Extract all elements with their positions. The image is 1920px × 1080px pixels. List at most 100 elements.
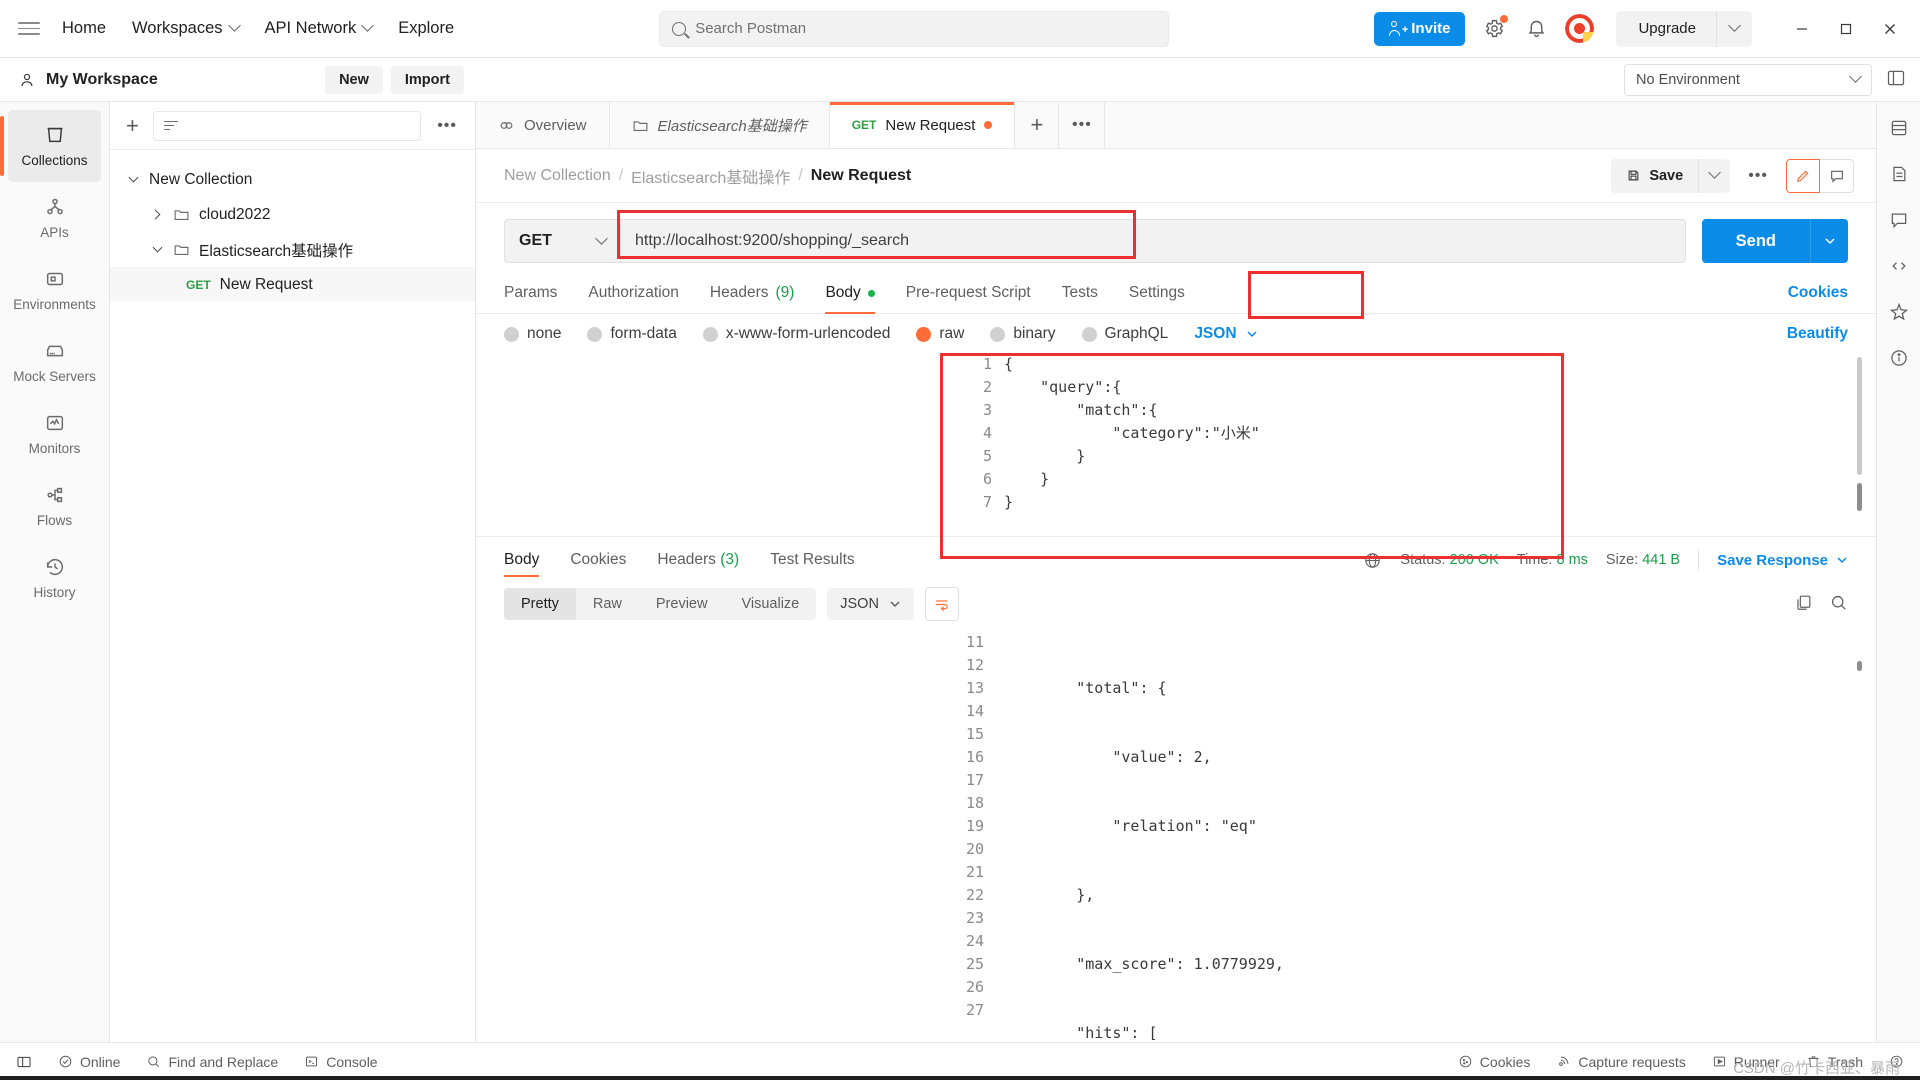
body-type-none[interactable]: none xyxy=(504,325,561,343)
body-type-binary[interactable]: binary xyxy=(990,325,1056,343)
nav-api-network[interactable]: API Network xyxy=(265,19,375,38)
tabs-more-button[interactable]: ••• xyxy=(1059,102,1106,148)
user-avatar[interactable] xyxy=(1565,14,1595,43)
upgrade-dropdown-button[interactable] xyxy=(1716,10,1752,47)
sidebar-more-icon[interactable]: ••• xyxy=(431,117,463,135)
save-button[interactable]: Save xyxy=(1611,159,1698,193)
view-mode-pretty[interactable]: Pretty xyxy=(504,588,576,620)
cookies-status-button[interactable]: Cookies xyxy=(1458,1054,1530,1070)
body-scrollbar[interactable] xyxy=(1857,357,1862,475)
response-tab-headers[interactable]: Headers (3) xyxy=(657,539,739,581)
tab-tests[interactable]: Tests xyxy=(1062,275,1098,313)
body-code-area[interactable]: 1234567 { "query":{ "match":{ "category"… xyxy=(476,353,1876,514)
tree-item-new-collection[interactable]: New Collection xyxy=(110,162,475,197)
tab-overview[interactable]: Overview xyxy=(476,102,610,148)
body-type-urlencoded[interactable]: x-www-form-urlencoded xyxy=(702,325,890,343)
beautify-button[interactable]: Beautify xyxy=(1787,325,1848,343)
hamburger-icon[interactable] xyxy=(18,18,40,40)
upgrade-button[interactable]: Upgrade xyxy=(1616,20,1716,37)
close-button[interactable] xyxy=(1868,9,1912,49)
response-tab-body[interactable]: Body xyxy=(504,539,540,581)
help-button[interactable] xyxy=(1889,1054,1904,1069)
right-rail-comments-icon[interactable] xyxy=(1889,210,1909,230)
import-button[interactable]: Import xyxy=(390,65,464,94)
sidebar-item-environments[interactable]: Environments xyxy=(8,254,101,326)
right-rail-collection-icon[interactable] xyxy=(1889,118,1909,138)
right-rail-info-icon[interactable] xyxy=(1889,348,1909,368)
send-dropdown-button[interactable] xyxy=(1810,219,1848,263)
new-button[interactable]: New xyxy=(325,65,383,94)
find-and-replace-button[interactable]: Find and Replace xyxy=(146,1054,278,1070)
body-type-form-data[interactable]: form-data xyxy=(587,325,677,343)
sidebar-item-history[interactable]: History xyxy=(8,542,101,614)
tree-item-cloud2022[interactable]: cloud2022 xyxy=(110,197,475,232)
nav-explore[interactable]: Explore xyxy=(398,19,454,38)
right-rail-documentation-icon[interactable] xyxy=(1889,164,1909,184)
console-button[interactable]: Console xyxy=(304,1054,378,1070)
maximize-button[interactable] xyxy=(1824,9,1868,49)
right-rail-code-icon[interactable] xyxy=(1889,256,1909,276)
chevron-right-icon[interactable] xyxy=(150,209,164,220)
response-scrollbar[interactable] xyxy=(1857,661,1862,671)
cookies-link[interactable]: Cookies xyxy=(1788,275,1848,313)
save-dropdown-button[interactable] xyxy=(1698,158,1730,193)
edit-mode-button[interactable] xyxy=(1786,158,1820,193)
sidebar-item-apis[interactable]: APIs xyxy=(8,182,101,254)
breadcrumb-part-0[interactable]: New Collection xyxy=(504,167,611,185)
url-input[interactable]: http://localhost:9200/shopping/_search xyxy=(620,219,1686,263)
response-tab-cookies[interactable]: Cookies xyxy=(570,539,626,581)
copy-response-button[interactable] xyxy=(1794,593,1813,615)
view-mode-preview[interactable]: Preview xyxy=(639,588,725,620)
response-format-selector[interactable]: JSON xyxy=(827,588,914,620)
send-button[interactable]: Send xyxy=(1701,219,1810,263)
response-body[interactable]: 11 12 13 14 15 16 17 18 19 20 21 22 23 24 25 26 27 "tota… xyxy=(476,631,1876,1042)
body-scrollbar-thumb[interactable] xyxy=(1857,483,1862,511)
tab-new-request[interactable]: GET New Request xyxy=(829,102,1016,148)
view-mode-visualize[interactable]: Visualize xyxy=(724,588,816,620)
settings-gear-icon[interactable] xyxy=(1481,14,1509,42)
comment-mode-button[interactable] xyxy=(1820,158,1854,193)
online-status[interactable]: Online xyxy=(58,1054,120,1070)
view-mode-raw[interactable]: Raw xyxy=(576,588,639,620)
tab-elasticsearch[interactable]: Elasticsearch基础操作 xyxy=(609,102,830,148)
capture-requests-button[interactable]: Capture requests xyxy=(1556,1054,1686,1070)
sidebar-item-mock-servers[interactable]: Mock Servers xyxy=(8,326,101,398)
new-tab-button[interactable]: + xyxy=(1015,102,1060,148)
sidebar-toggle-button[interactable] xyxy=(16,1054,32,1070)
runner-button[interactable]: Runner xyxy=(1712,1054,1780,1070)
tab-body[interactable]: Body xyxy=(825,275,876,314)
invite-button[interactable]: + Invite xyxy=(1374,11,1466,46)
tree-item-new-request[interactable]: GET New Request xyxy=(110,267,475,302)
body-format-selector[interactable]: JSON xyxy=(1194,325,1257,343)
chevron-down-icon[interactable] xyxy=(126,172,140,183)
breadcrumb-part-1[interactable]: Elasticsearch基础操作 xyxy=(631,164,790,188)
right-rail-examples-icon[interactable] xyxy=(1889,302,1909,322)
nav-home[interactable]: Home xyxy=(62,19,106,38)
wrap-lines-button[interactable] xyxy=(924,587,959,621)
body-type-graphql[interactable]: GraphQL xyxy=(1081,325,1168,343)
minimize-button[interactable] xyxy=(1780,9,1824,49)
add-new-icon[interactable]: + xyxy=(122,114,143,137)
sidebar-item-flows[interactable]: Flows xyxy=(8,470,101,542)
http-method-selector[interactable]: GET xyxy=(504,219,620,263)
tab-settings[interactable]: Settings xyxy=(1129,275,1185,313)
search-response-button[interactable] xyxy=(1829,593,1848,615)
chevron-down-icon[interactable] xyxy=(150,242,164,253)
response-tab-test-results[interactable]: Test Results xyxy=(770,539,854,581)
notification-bell-icon[interactable] xyxy=(1523,16,1549,42)
search-input[interactable]: Search Postman xyxy=(659,10,1170,47)
tree-item-elasticsearch[interactable]: Elasticsearch基础操作 xyxy=(110,232,475,267)
environment-selector[interactable]: No Environment xyxy=(1624,63,1872,96)
trash-button[interactable]: Trash xyxy=(1806,1054,1863,1070)
sidebar-item-collections[interactable]: Collections xyxy=(0,110,101,182)
sidebar-filter-input[interactable] xyxy=(152,110,422,141)
tab-authorization[interactable]: Authorization xyxy=(588,275,678,313)
save-response-button[interactable]: Save Response xyxy=(1717,552,1848,569)
tab-headers[interactable]: Headers (9) xyxy=(710,275,795,313)
environment-quick-look-icon[interactable] xyxy=(1886,68,1906,91)
body-type-raw[interactable]: raw xyxy=(916,325,964,343)
sidebar-item-monitors[interactable]: Monitors xyxy=(8,398,101,470)
request-more-icon[interactable]: ••• xyxy=(1742,167,1774,185)
nav-workspaces[interactable]: Workspaces xyxy=(132,19,241,38)
tab-pre-request-script[interactable]: Pre-request Script xyxy=(906,275,1031,313)
